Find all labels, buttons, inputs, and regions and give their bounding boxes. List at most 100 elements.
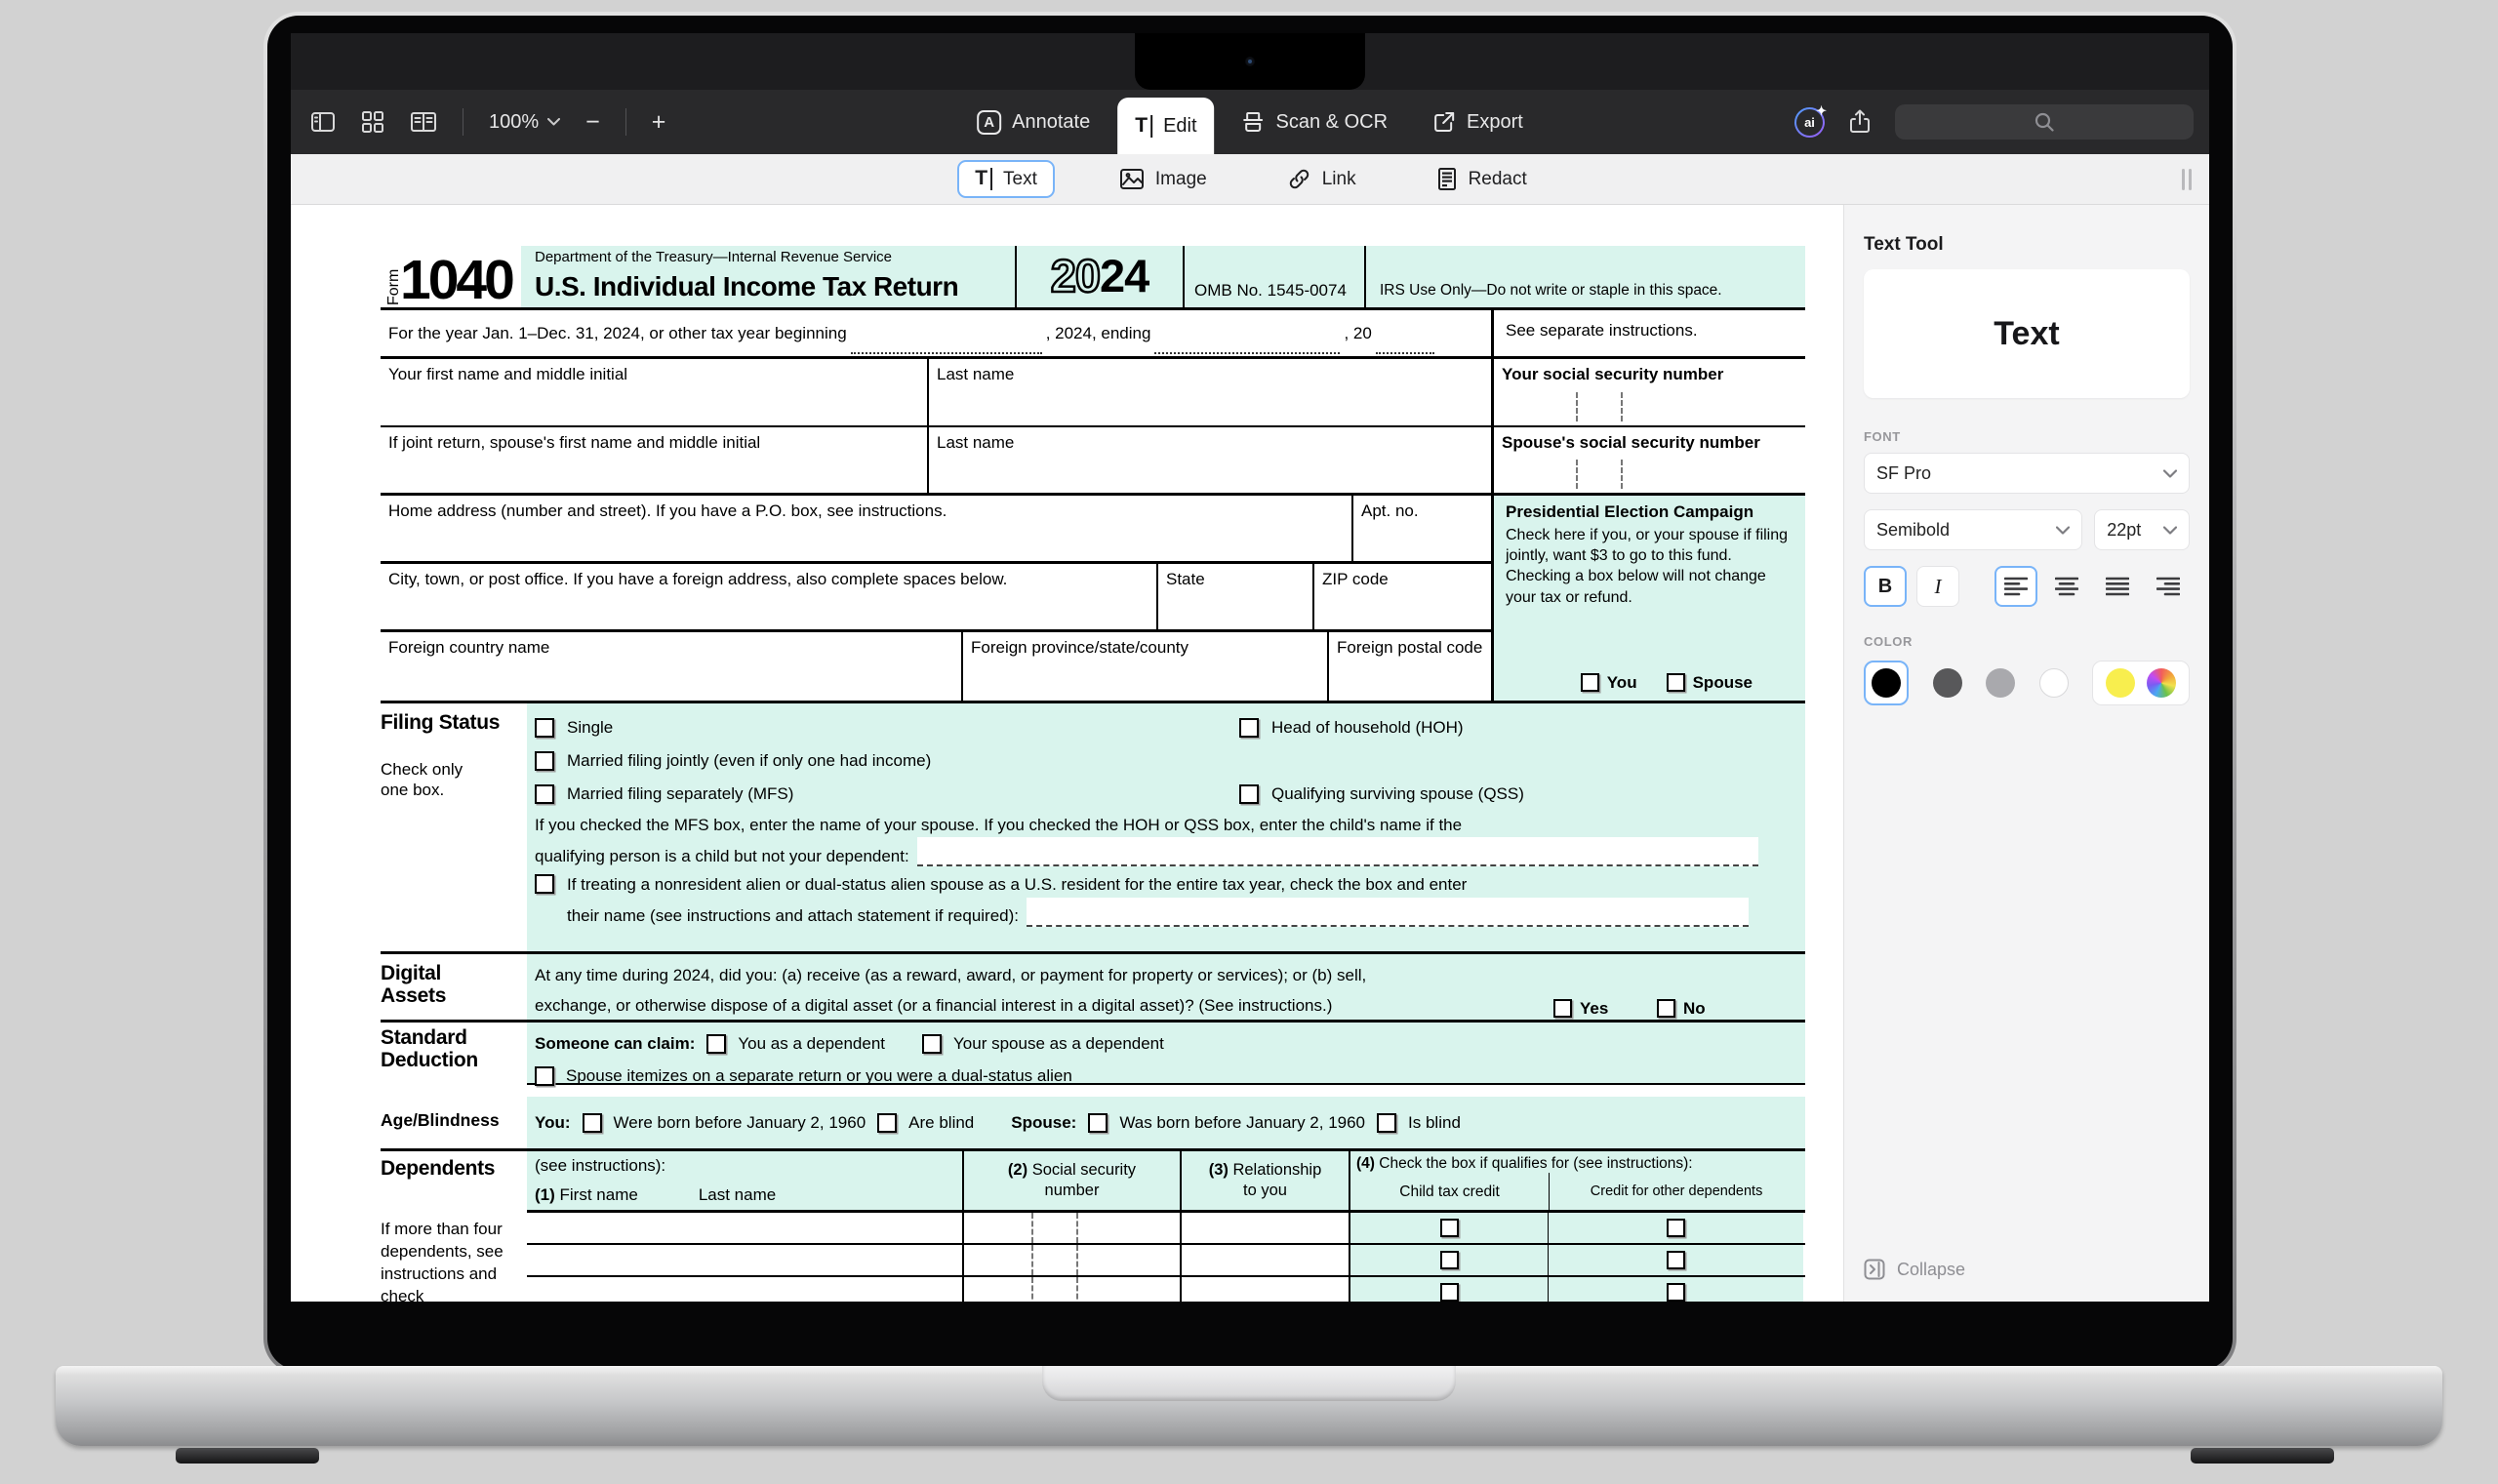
foreign-province-field[interactable]: Foreign province/state/county — [961, 632, 1327, 701]
search-input[interactable] — [1895, 104, 2194, 140]
spouse-first-name-field[interactable]: If joint return, spouse's first name and… — [381, 427, 927, 493]
color-swatch-yellow[interactable] — [2106, 668, 2135, 698]
ssn-label: Your social security number — [1502, 365, 1723, 383]
checkbox-digital-yes[interactable] — [1553, 999, 1572, 1018]
font-size-select[interactable]: 22pt — [2094, 509, 2190, 550]
tax-year-yy-field[interactable] — [1376, 331, 1434, 354]
checkbox-credit-other-dependents[interactable] — [1667, 1251, 1685, 1269]
thumbnails-view-icon[interactable] — [361, 110, 384, 134]
align-left-button[interactable] — [1994, 566, 2037, 607]
bold-button[interactable]: B — [1864, 566, 1907, 607]
tool-image[interactable]: Image — [1104, 162, 1223, 196]
dependent-name-cell[interactable] — [527, 1213, 962, 1243]
italic-button[interactable]: I — [1916, 566, 1959, 607]
collapse-panel-button[interactable]: Collapse — [1864, 1259, 1965, 1280]
foreign-postal-field[interactable]: Foreign postal code — [1327, 632, 1491, 701]
checkbox-single[interactable] — [535, 718, 554, 738]
dependent-relationship-cell[interactable] — [1180, 1245, 1349, 1275]
tool-redact[interactable]: Redact — [1421, 161, 1543, 197]
tab-scan-ocr[interactable]: Scan & OCR — [1225, 90, 1405, 154]
zoom-in-button[interactable]: + — [652, 110, 666, 135]
city-field[interactable]: City, town, or post office. If you have … — [381, 564, 1156, 629]
dependent-ssn-cell[interactable] — [962, 1277, 1180, 1302]
zoom-control[interactable]: 100% — [489, 111, 560, 134]
checkbox-credit-other-dependents[interactable] — [1667, 1219, 1685, 1237]
tab-edit[interactable]: T Edit — [1117, 98, 1214, 154]
digital-assets-section: DigitalAssets At any time during 2024, d… — [381, 951, 1805, 1020]
checkbox-spouse-born-before-1960[interactable] — [1088, 1113, 1108, 1133]
tool-link[interactable]: Link — [1271, 161, 1372, 197]
last-name-field[interactable]: Last name — [927, 359, 1491, 425]
checkbox-digital-no[interactable] — [1657, 999, 1675, 1018]
dependent-name-cell[interactable] — [527, 1277, 962, 1302]
two-page-view-icon[interactable] — [410, 110, 437, 134]
zoom-out-button[interactable]: − — [585, 110, 600, 135]
checkbox-child-tax-credit[interactable] — [1440, 1251, 1459, 1269]
checkbox-mfs[interactable] — [535, 784, 554, 804]
align-justify-button[interactable] — [2096, 566, 2139, 607]
dependent-ssn-cell[interactable] — [962, 1245, 1180, 1275]
redact-icon — [1436, 167, 1458, 191]
spouse-last-name-field[interactable]: Last name — [927, 427, 1491, 493]
scanner-icon — [1242, 110, 1266, 134]
align-right-button[interactable] — [2147, 566, 2190, 607]
text-style-preview[interactable]: Text — [1864, 269, 2190, 398]
checkbox-you-dependent[interactable] — [706, 1034, 726, 1054]
tax-year-line: For the year Jan. 1–Dec. 31, 2024, or ot… — [381, 310, 1491, 356]
checkbox-child-tax-credit[interactable] — [1440, 1283, 1459, 1302]
checkbox-credit-other-dependents[interactable] — [1667, 1283, 1685, 1302]
tax-year-end-field[interactable] — [1154, 331, 1340, 354]
checkbox-campaign-you[interactable] — [1581, 673, 1599, 692]
apt-no-field[interactable]: Apt. no. — [1351, 496, 1491, 561]
sidebar-toggle-icon[interactable] — [310, 110, 336, 134]
checkbox-nonresident-alien[interactable] — [535, 874, 554, 894]
dependent-name-cell[interactable] — [527, 1245, 962, 1275]
color-swatch-black[interactable] — [1864, 661, 1909, 705]
tool-text[interactable]: T Text — [957, 160, 1055, 198]
ssn-field[interactable]: Your social security number — [1491, 359, 1805, 425]
digital-yes-label: Yes — [1580, 993, 1608, 1023]
tax-year-begin-field[interactable] — [851, 331, 1042, 354]
home-address-field[interactable]: Home address (number and street). If you… — [381, 496, 1351, 561]
address-block: Home address (number and street). If you… — [381, 496, 1805, 701]
checkbox-you-blind[interactable] — [877, 1113, 897, 1133]
checkbox-spouse-blind[interactable] — [1377, 1113, 1396, 1133]
font-weight-select[interactable]: Semibold — [1864, 509, 2082, 550]
checkbox-child-tax-credit[interactable] — [1440, 1219, 1459, 1237]
font-family-select[interactable]: SF Pro — [1864, 453, 2190, 494]
checkbox-qss[interactable] — [1239, 784, 1259, 804]
qualifying-person-input[interactable] — [917, 837, 1758, 866]
tab-export[interactable]: Export — [1415, 90, 1541, 154]
checkbox-spouse-dependent[interactable] — [922, 1034, 942, 1054]
checkbox-spouse-itemizes[interactable] — [535, 1066, 554, 1086]
checkbox-hoh[interactable] — [1239, 718, 1259, 738]
state-field[interactable]: State — [1156, 564, 1312, 629]
color-wheel-picker[interactable] — [2147, 668, 2176, 698]
color-swatch-white[interactable] — [2039, 668, 2069, 698]
tab-annotate[interactable]: A Annotate — [959, 90, 1108, 154]
color-swatch-dark-gray[interactable] — [1933, 668, 1962, 698]
checkbox-you-born-before-1960[interactable] — [583, 1113, 602, 1133]
ssn-divider — [1576, 392, 1578, 421]
main-area: Form 1040 Department of the Treasury—Int… — [291, 205, 2209, 1302]
spouse-ssn-field[interactable]: Spouse's social security number — [1491, 427, 1805, 493]
zip-field[interactable]: ZIP code — [1312, 564, 1491, 629]
nra-name-input[interactable] — [1027, 898, 1749, 927]
dependent-relationship-cell[interactable] — [1180, 1213, 1349, 1243]
align-center-button[interactable] — [2045, 566, 2088, 607]
color-swatch-gray[interactable] — [1986, 668, 2015, 698]
panel-resize-handle[interactable] — [2182, 169, 2192, 190]
share-icon[interactable] — [1848, 109, 1872, 135]
chevron-down-icon — [2163, 526, 2177, 535]
checkbox-mfj[interactable] — [535, 751, 554, 771]
dependent-relationship-cell[interactable] — [1180, 1277, 1349, 1302]
panel-title: Text Tool — [1864, 234, 2190, 256]
foreign-country-field[interactable]: Foreign country name — [381, 632, 961, 701]
ai-assistant-icon[interactable]: ai ✦ — [1794, 107, 1825, 138]
checkbox-campaign-spouse[interactable] — [1667, 673, 1685, 692]
spouse-first-name-label: If joint return, spouse's first name and… — [388, 433, 760, 452]
tool-label: Redact — [1469, 169, 1527, 190]
dependent-ssn-cell[interactable] — [962, 1213, 1180, 1243]
dependents-heading: Dependents — [381, 1157, 527, 1180]
first-name-field[interactable]: Your first name and middle initial — [381, 359, 927, 425]
